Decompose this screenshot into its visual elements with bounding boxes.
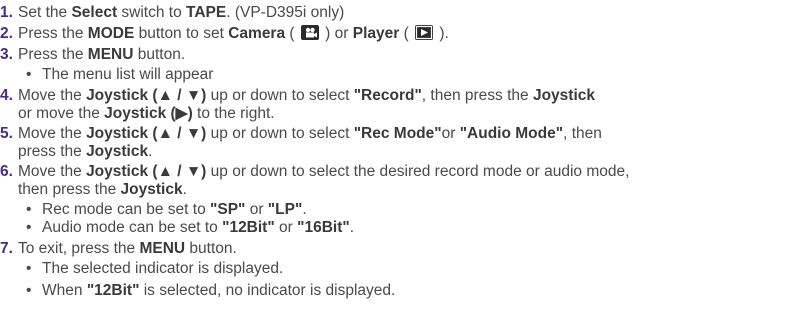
step-text: Press the MENU button.: [18, 46, 186, 63]
step-text: Set the Select switch to TAPE. (VP-D395i…: [18, 4, 345, 21]
play-icon: [415, 25, 434, 40]
bullet-text: The menu list will appear: [42, 66, 214, 83]
camera-icon: [300, 25, 319, 40]
bullet-icon: •: [26, 201, 32, 218]
bullet-text: When "12Bit" is selected, no indicator i…: [42, 282, 396, 299]
step-number: 4.: [0, 87, 13, 104]
instruction-page: 1. Set the Select switch to TAPE. (VP-D3…: [0, 0, 811, 328]
step-text: Move the Joystick (▲ / ▼) up or down to …: [18, 125, 602, 142]
step-number: 5.: [0, 125, 13, 142]
step-number: 2.: [0, 25, 13, 42]
step-text: Move the Joystick (▲ / ▼) up or down to …: [18, 163, 630, 180]
bullet-icon: •: [26, 219, 32, 236]
bullet-icon: •: [26, 282, 32, 299]
step-text: press the Joystick.: [18, 143, 153, 160]
bullet-icon: •: [26, 260, 32, 277]
step-text: then press the Joystick.: [18, 181, 187, 198]
step-text: Press the MODE button to set Camera ( ) …: [18, 25, 449, 42]
step-text: or move the Joystick (▶) to the right.: [18, 105, 275, 122]
step-number: 7.: [0, 240, 13, 257]
step-number: 1.: [0, 4, 13, 21]
bullet-text: The selected indicator is displayed.: [42, 260, 284, 277]
bullet-icon: •: [26, 66, 32, 83]
step-text: Move the Joystick (▲ / ▼) up or down to …: [18, 87, 595, 104]
step-text: To exit, press the MENU button.: [18, 240, 237, 257]
bullet-text: Audio mode can be set to "12Bit" or "16B…: [42, 219, 355, 236]
step-number: 6.: [0, 163, 13, 180]
step-number: 3.: [0, 46, 13, 63]
bullet-text: Rec mode can be set to "SP" or "LP".: [42, 201, 307, 218]
